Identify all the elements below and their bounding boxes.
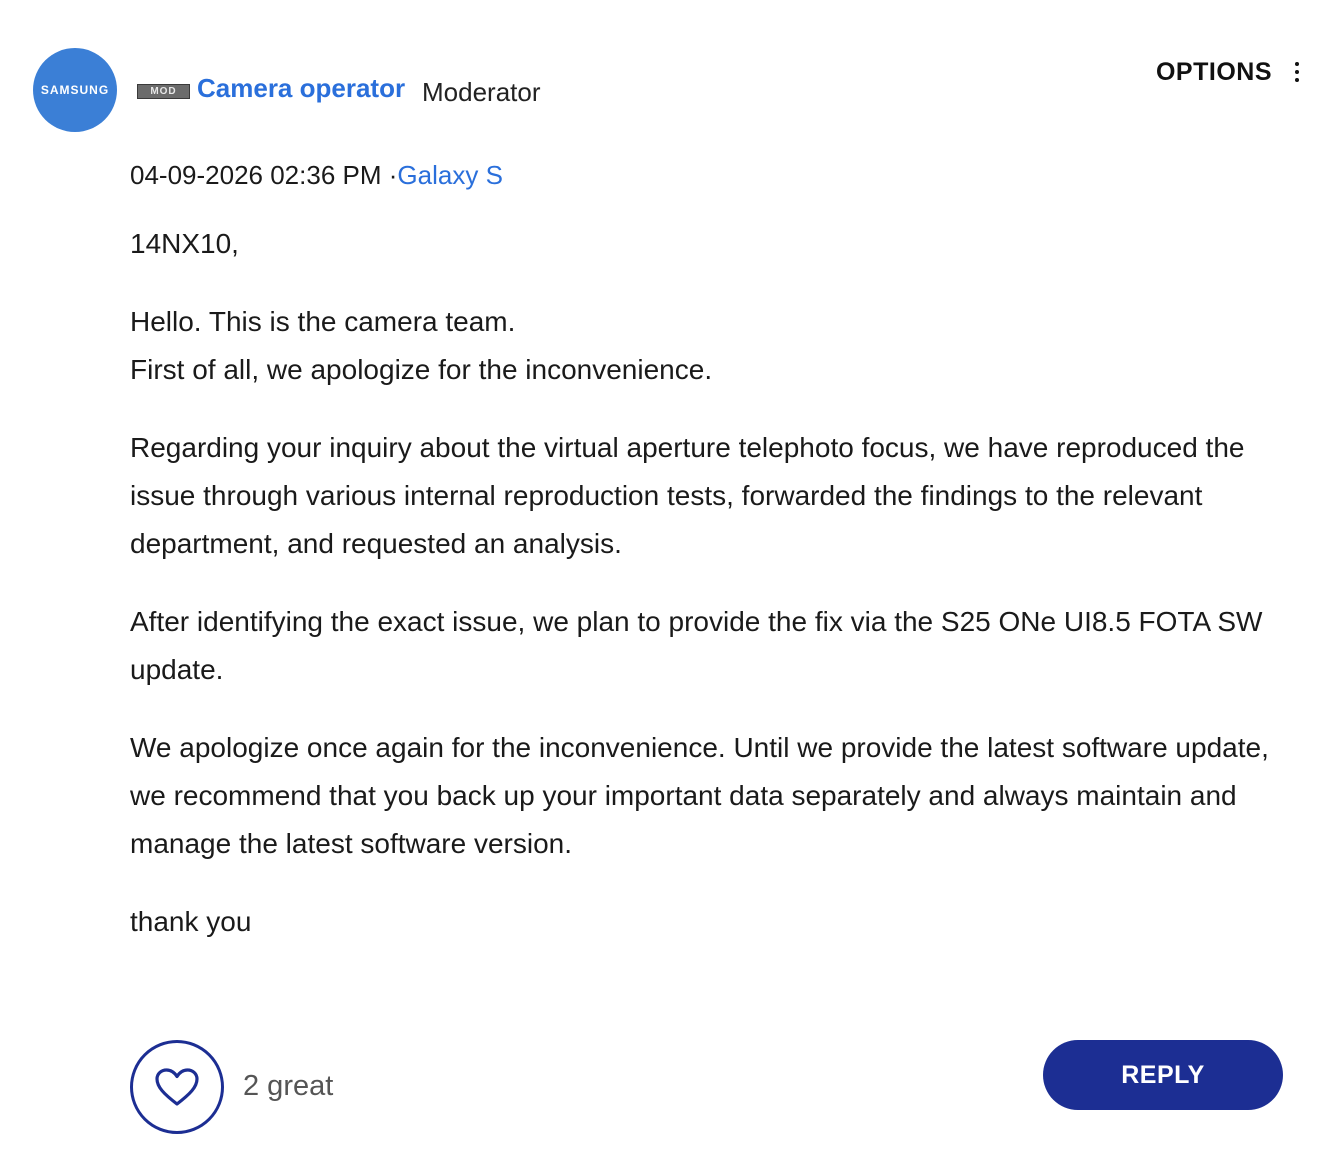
samsung-logo: SAMSUNG <box>40 83 110 97</box>
post-paragraph: After identifying the exact issue, we pl… <box>130 606 1263 685</box>
post-paragraph: Regarding your inquiry about the virtual… <box>130 432 1245 559</box>
board-link[interactable]: Galaxy S <box>397 160 503 190</box>
post-paragraph: Hello. This is the camera team. First of… <box>130 306 713 385</box>
like-button[interactable] <box>130 1040 224 1134</box>
heart-icon <box>155 1068 199 1106</box>
options-label: OPTIONS <box>1155 58 1272 86</box>
post-paragraph: We apologize once again for the inconven… <box>130 732 1269 859</box>
kebab-icon <box>1294 62 1300 82</box>
author-name-link[interactable]: Camera operator <box>197 72 405 104</box>
post-timestamp: 04-09-2026 02:36 PM <box>130 160 382 190</box>
post-meta: 04-09-2026 02:36 PM ·Galaxy S <box>130 158 503 192</box>
mod-badge: MOD <box>137 84 190 99</box>
mod-badge-label: MOD <box>150 85 177 97</box>
post-paragraph: 14NX10, <box>130 228 239 259</box>
avatar[interactable]: SAMSUNG <box>33 48 117 132</box>
reply-button[interactable]: REPLY <box>1043 1040 1283 1110</box>
author-role: Moderator <box>422 77 541 107</box>
like-count: 2 great <box>243 1070 334 1102</box>
options-menu-button[interactable]: OPTIONS <box>1156 56 1300 88</box>
post-paragraph: thank you <box>130 906 252 937</box>
post-body: 14NX10, Hello. This is the camera team. … <box>130 220 1300 976</box>
